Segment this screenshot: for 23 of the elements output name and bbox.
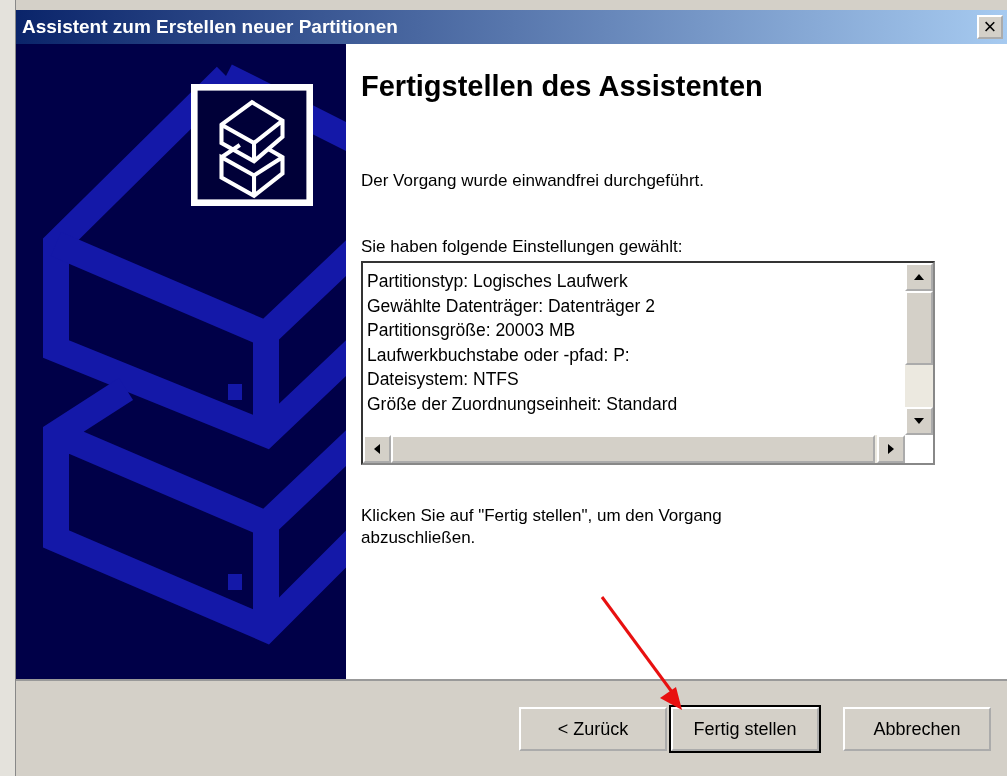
left-arrow-icon [374,444,380,454]
wizard-heading: Fertigstellen des Assistenten [361,70,764,103]
setting-line: Größe der Zuordnungseinheit: Standard [367,392,679,416]
setting-line: Partitionsgröße: 20003 MB [367,319,577,342]
wizard-button[interactable]: Abbrechen [843,707,991,751]
down-arrow-icon [914,418,924,424]
settings-list[interactable]: Partitionstyp: Logisches Laufwerk Gewählte Datenträger: Datenträger 2 Partitionsgröße: 20003 MB Laufwerkbuchstabe oder -pfad: P: Dateisystem: NTFS Größe der Zuordnungseinheit: Standard [361,261,935,465]
wizard-button[interactable]: < Zurück [519,707,667,751]
wizard-button[interactable]: Fertig stellen [671,707,819,751]
summary-label: Sie haben folgende Einstellungen gewählt: [361,237,684,257]
close-button[interactable]: × [977,15,1003,39]
up-arrow-icon [914,274,924,280]
drive-stack-icon [191,84,313,206]
setting-line: Gewählte Datenträger: Datenträger 2 [367,294,656,318]
vertical-scrollbar[interactable] [905,263,933,435]
horizontal-scrollbar[interactable] [363,435,905,463]
setting-line: Partitionstyp: Logisches Laufwerk [367,270,629,293]
instruction-text: Klicken Sie auf "Fertig stellen", um den Vorgang abzuschließen. [361,505,723,549]
window-title: Assistent zum Erstellen neuer Partitionen [22,16,398,38]
status-text: Der Vorgang wurde einwandfrei durchgeführt. [361,171,706,191]
setting-line: Dateisystem: NTFS [367,368,520,391]
setting-line: Laufwerkbuchstabe oder -pfad: P: [367,343,631,367]
right-arrow-icon [888,444,894,454]
